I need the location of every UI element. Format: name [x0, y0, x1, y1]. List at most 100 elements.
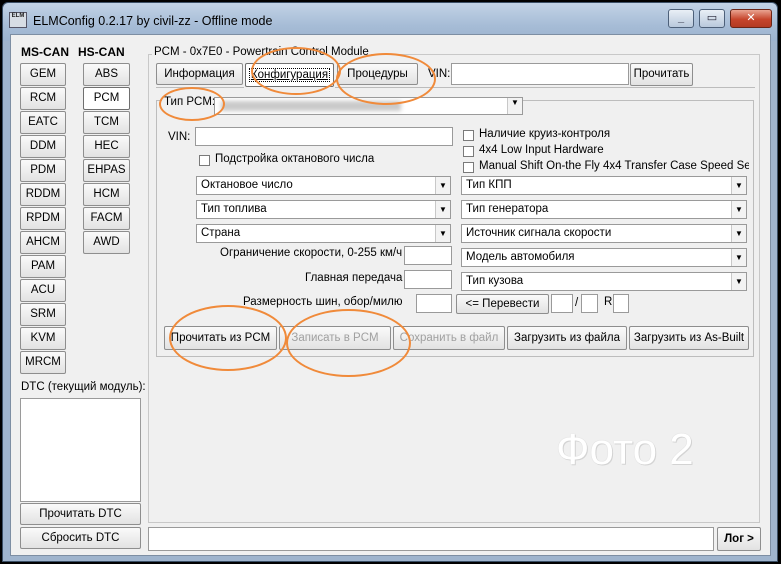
transmission-select-label: Тип КПП — [466, 179, 512, 191]
octane-adjust-label: Подстройка октанового числа — [215, 153, 375, 165]
final-drive-label: Главная передача — [305, 272, 403, 284]
tab-configuration-label: Конфигурация — [248, 68, 331, 82]
module-title: PCM - 0x7E0 - Powertrain Control Module — [152, 46, 371, 58]
maximize-button[interactable]: ▭ — [699, 9, 725, 28]
tab-info[interactable]: Информация — [156, 63, 243, 85]
tire-size-label: Размерность шин, обор/милю — [243, 296, 403, 308]
read-from-pcm-button[interactable]: Прочитать из PCM — [164, 326, 277, 350]
ms-can-header: MS-CAN — [21, 45, 69, 59]
app-window: ELM ELMConfig 0.2.17 by civil-zz - Offli… — [2, 2, 778, 562]
ms-can-rpdm-button[interactable]: RPDM — [20, 207, 66, 230]
clear-dtc-button[interactable]: Сбросить DTC — [20, 527, 141, 549]
generator-select-label: Тип генератора — [466, 203, 549, 215]
chevron-down-icon: ▼ — [435, 201, 450, 218]
close-button[interactable]: ✕ — [730, 9, 772, 28]
hs-can-facm-button[interactable]: FACM — [83, 207, 130, 230]
chevron-down-icon: ▼ — [731, 177, 746, 194]
octane-select-label: Октановое число — [201, 179, 293, 191]
save-to-file-button[interactable]: Сохранить в файл — [393, 326, 505, 350]
chevron-down-icon: ▼ — [731, 201, 746, 218]
convert-button[interactable]: <= Перевести — [456, 294, 549, 314]
tire-profile-input[interactable] — [581, 294, 598, 313]
final-drive-input[interactable] — [404, 270, 452, 289]
ms-can-kvm-button[interactable]: KVM — [20, 327, 66, 350]
chevron-down-icon: ▼ — [731, 273, 746, 290]
hs-can-ehpas-button[interactable]: EHPAS — [83, 159, 130, 182]
status-field — [148, 527, 714, 551]
octane-select[interactable]: Октановое число ▼ — [196, 176, 451, 195]
ms-can-rddm-button[interactable]: RDDM — [20, 183, 66, 206]
app-icon: ELM — [9, 12, 27, 28]
hs-can-header: HS-CAN — [78, 45, 125, 59]
manual-shift-label: Manual Shift On-the Fly 4x4 Transfer Cas… — [479, 160, 749, 172]
dtc-list[interactable] — [20, 398, 141, 502]
hs-can-hec-button[interactable]: HEC — [83, 135, 130, 158]
cruise-checkbox[interactable] — [463, 130, 474, 141]
tab-underline — [335, 87, 755, 88]
tire-width-input[interactable] — [551, 294, 573, 313]
hs-can-abs-button[interactable]: ABS — [83, 63, 130, 86]
ms-can-eatc-button[interactable]: EATC — [20, 111, 66, 134]
chevron-down-icon: ▼ — [435, 225, 450, 242]
ms-can-pdm-button[interactable]: PDM — [20, 159, 66, 182]
cruise-label: Наличие круиз-контроля — [479, 128, 611, 140]
hs-can-pcm-button[interactable]: PCM — [83, 87, 130, 110]
low-input-label: 4x4 Low Input Hardware — [479, 144, 604, 156]
hs-can-tcm-button[interactable]: TCM — [83, 111, 130, 134]
transmission-select[interactable]: Тип КПП ▼ — [461, 176, 747, 195]
write-to-pcm-button[interactable]: Записать в PCM — [279, 326, 391, 350]
ms-can-rcm-button[interactable]: RCM — [20, 87, 66, 110]
tab-procedures[interactable]: Процедуры — [337, 63, 418, 85]
ms-can-srm-button[interactable]: SRM — [20, 303, 66, 326]
generator-select[interactable]: Тип генератора ▼ — [461, 200, 747, 219]
tab-configuration[interactable]: Конфигурация — [245, 63, 334, 87]
vin-input[interactable] — [195, 127, 453, 146]
speed-limit-input[interactable] — [404, 246, 452, 265]
country-select-label: Страна — [201, 227, 241, 239]
ms-can-ahcm-button[interactable]: AHCM — [20, 231, 66, 254]
speed-source-select-label: Источник сигнала скорости — [466, 227, 612, 239]
ms-can-gem-button[interactable]: GEM — [20, 63, 66, 86]
speed-source-select[interactable]: Источник сигнала скорости ▼ — [461, 224, 747, 243]
minimize-button[interactable]: _ — [668, 9, 694, 28]
read-button[interactable]: Прочитать — [630, 63, 693, 86]
vin-top-input[interactable] — [451, 63, 629, 85]
ms-can-acu-button[interactable]: ACU — [20, 279, 66, 302]
vehicle-model-select[interactable]: Модель автомобиля ▼ — [461, 248, 747, 267]
hs-can-hcm-button[interactable]: HCM — [83, 183, 130, 206]
pcm-type-blurred-value — [221, 101, 401, 111]
client-area: MS-CAN HS-CAN GEM RCM EATC DDM PDM RDDM RPDM AH… — [10, 34, 771, 556]
manual-shift-checkbox[interactable] — [463, 162, 474, 173]
slash-label: / — [575, 297, 579, 309]
ms-can-ddm-button[interactable]: DDM — [20, 135, 66, 158]
low-input-checkbox[interactable] — [463, 146, 474, 157]
country-select[interactable]: Страна ▼ — [196, 224, 451, 243]
r-label: R — [604, 296, 613, 308]
tire-size-input[interactable] — [416, 294, 452, 313]
load-from-file-button[interactable]: Загрузить из файла — [507, 326, 627, 350]
body-type-select-label: Тип кузова — [466, 275, 524, 287]
vehicle-model-select-label: Модель автомобиля — [466, 251, 575, 263]
chevron-down-icon: ▼ — [507, 98, 522, 114]
photo-watermark: Фото 2 — [556, 425, 694, 474]
chevron-down-icon: ▼ — [731, 225, 746, 242]
fuel-type-select[interactable]: Тип топлива ▼ — [196, 200, 451, 219]
octane-adjust-checkbox[interactable] — [199, 155, 210, 166]
ms-can-pam-button[interactable]: PAM — [20, 255, 66, 278]
log-button[interactable]: Лог > — [717, 527, 761, 551]
dtc-label: DTC (текущий модуль): — [21, 381, 146, 393]
read-dtc-button[interactable]: Прочитать DTC — [20, 503, 141, 525]
vin-label: VIN: — [168, 131, 191, 143]
window-title: ELMConfig 0.2.17 by civil-zz - Offline m… — [33, 14, 273, 28]
ms-can-mrcm-button[interactable]: MRCM — [20, 351, 66, 374]
chevron-down-icon: ▼ — [435, 177, 450, 194]
vin-label-top: VIN: — [428, 68, 451, 80]
chevron-down-icon: ▼ — [731, 249, 746, 266]
tab-underline — [156, 87, 244, 88]
pcm-type-label: Тип PCM: — [162, 96, 218, 108]
tire-rim-input[interactable] — [613, 294, 629, 313]
hs-can-awd-button[interactable]: AWD — [83, 231, 130, 254]
load-from-asbuilt-button[interactable]: Загрузить из As-Built — [629, 326, 749, 350]
body-type-select[interactable]: Тип кузова ▼ — [461, 272, 747, 291]
pcm-type-select[interactable]: ▼ — [214, 97, 523, 115]
